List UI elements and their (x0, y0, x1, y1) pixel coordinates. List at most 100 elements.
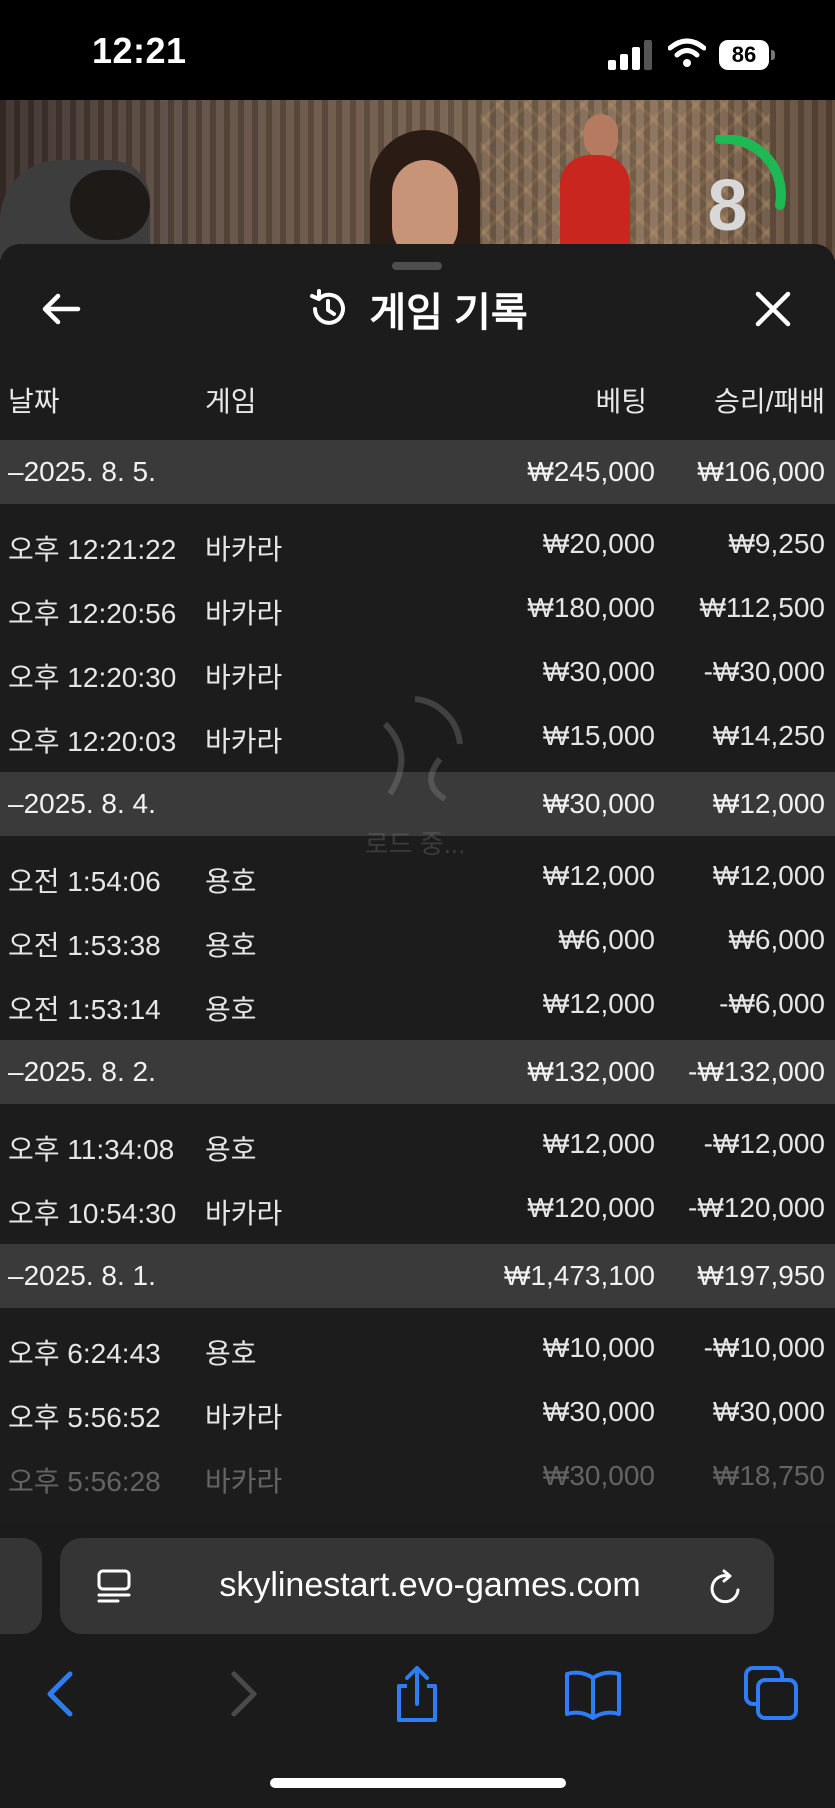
forward-nav-icon[interactable] (212, 1664, 272, 1724)
share-icon[interactable] (387, 1664, 447, 1724)
row-game: 바카라 (205, 534, 283, 565)
row-time: 오후 12:21:22 (8, 534, 177, 565)
history-icon (310, 289, 346, 325)
row-time: 오후 6:24:43 (8, 1338, 161, 1369)
loading-spinner-icon (382, 696, 463, 802)
row-game: 용호 (205, 930, 257, 961)
row-game: 용호 (205, 866, 257, 897)
column-date: 날짜 (8, 386, 60, 417)
row-result: ₩18,750 (712, 1460, 825, 1491)
row-time: 오후 5:56:28 (8, 1466, 161, 1497)
status-bar: 12:21 86 (0, 0, 835, 100)
column-bet: 베팅 (595, 386, 647, 417)
row-time: 오후 11:34:08 (8, 1134, 175, 1165)
table-row[interactable]: 오후 12:20:56 바카라 ₩180,000 ₩112,500 (0, 574, 835, 638)
group-result-total: ₩12,000 (712, 788, 825, 819)
group-rows: 오후 11:34:08 용호 ₩12,000 -₩12,000 오후 10:54:30 바… (0, 1104, 835, 1244)
address-bar[interactable]: skylinestart.evo-games.com (60, 1538, 774, 1634)
table-row[interactable]: 오후 10:54:30 바카라 ₩120,000 -₩120,000 (0, 1174, 835, 1238)
group-date: –2025. 8. 5. (8, 456, 156, 487)
table-row[interactable]: 오후 5:56:52 바카라 ₩30,000 ₩30,000 (0, 1378, 835, 1442)
game-history-sheet: 게임 기록 날짜 게임 베팅 승리/패배 –2025. 8. 5. ₩245,00… (0, 244, 835, 1522)
loading-text: 로드 중... (364, 829, 466, 859)
table-row[interactable]: 오후 11:34:08 용호 ₩12,000 -₩12,000 (0, 1110, 835, 1174)
row-bet: ₩6,000 (558, 924, 656, 955)
row-bet: ₩180,000 (527, 592, 655, 623)
row-time: 오후 12:20:30 (8, 662, 177, 693)
battery-icon: 86 (719, 40, 775, 70)
row-bet: ₩30,000 (542, 1460, 655, 1491)
date-group-row[interactable]: –2025. 8. 1. ₩1,473,100 ₩197,950 (0, 1244, 835, 1308)
cellular-signal-icon (608, 40, 652, 70)
browser-toolbar: skylinestart.evo-games.com (0, 1522, 835, 1808)
row-game: 용호 (205, 1338, 257, 1369)
row-bet: ₩10,000 (542, 1332, 655, 1363)
group-date: –2025. 8. 2. (8, 1056, 156, 1087)
history-table: –2025. 8. 5. ₩245,000 ₩106,000 오후 12:21:22 바… (0, 440, 835, 1512)
date-group-row[interactable]: –2025. 8. 2. ₩132,000 -₩132,000 (0, 1040, 835, 1104)
group-date: –2025. 8. 4. (8, 788, 156, 819)
row-time: 오후 12:20:56 (8, 598, 177, 629)
row-game: 바카라 (205, 1402, 283, 1433)
table-row[interactable]: 오후 12:21:22 바카라 ₩20,000 ₩9,250 (0, 510, 835, 574)
status-time: 12:21 (92, 30, 187, 71)
sheet-grabber[interactable] (392, 262, 442, 270)
row-bet: ₩12,000 (542, 988, 655, 1019)
dealer-figure-secondary (560, 155, 630, 255)
table-header: 날짜 게임 베팅 승리/패배 (0, 380, 835, 430)
row-bet: ₩120,000 (527, 1192, 655, 1223)
row-result: -₩12,000 (703, 1128, 825, 1159)
close-icon[interactable] (748, 284, 798, 334)
row-result: -₩6,000 (719, 988, 825, 1019)
column-game: 게임 (205, 386, 257, 417)
url-text[interactable]: skylinestart.evo-games.com (150, 1566, 710, 1605)
table-row[interactable]: 오전 1:53:38 용호 ₩6,000 ₩6,000 (0, 906, 835, 970)
home-indicator[interactable] (270, 1778, 566, 1788)
row-bet: ₩30,000 (542, 656, 655, 687)
row-time: 오후 10:54:30 (8, 1198, 177, 1229)
row-result: ₩12,000 (712, 860, 825, 891)
row-time: 오전 1:53:38 (8, 930, 161, 961)
row-time: 오후 5:56:52 (8, 1402, 161, 1433)
tabs-icon[interactable] (742, 1664, 802, 1724)
row-time: 오후 12:20:03 (8, 726, 177, 757)
row-result: -₩120,000 (688, 1192, 825, 1223)
row-game: 바카라 (205, 726, 283, 757)
table-row[interactable]: 오후 6:24:43 용호 ₩10,000 -₩10,000 (0, 1314, 835, 1378)
date-group-row[interactable]: –2025. 8. 5. ₩245,000 ₩106,000 (0, 440, 835, 504)
group-bet-total: ₩245,000 (527, 456, 655, 487)
sheet-title: 게임 기록 (369, 291, 528, 335)
row-bet: ₩12,000 (542, 1128, 655, 1159)
row-game: 용호 (205, 1134, 257, 1165)
group-result-total: ₩106,000 (697, 456, 825, 487)
row-result: -₩30,000 (703, 656, 825, 687)
loading-indicator: 로드 중... (350, 684, 480, 884)
sheet-header: 게임 기록 (0, 274, 835, 344)
table-row[interactable]: 오후 5:56:28 바카라 ₩30,000 ₩18,750 (0, 1442, 835, 1506)
row-game: 바카라 (205, 1466, 283, 1497)
row-game: 바카라 (205, 1198, 283, 1229)
reload-icon[interactable] (708, 1568, 744, 1606)
row-time: 오전 1:54:06 (8, 866, 161, 897)
group-bet-total: ₩1,473,100 (504, 1260, 655, 1291)
row-result: ₩112,500 (699, 592, 825, 623)
previous-tab-peek[interactable] (0, 1538, 42, 1634)
row-result: ₩14,250 (712, 720, 825, 751)
back-nav-icon[interactable] (32, 1664, 92, 1724)
row-time: 오전 1:53:14 (8, 994, 161, 1025)
column-result: 승리/패배 (714, 386, 825, 417)
row-game: 바카라 (205, 598, 283, 629)
group-bet-total: ₩30,000 (542, 788, 655, 819)
wifi-icon (668, 38, 706, 67)
table-row[interactable]: 오전 1:53:14 용호 ₩12,000 -₩6,000 (0, 970, 835, 1034)
bookmarks-icon[interactable] (563, 1664, 623, 1724)
page-menu-icon[interactable] (96, 1568, 132, 1604)
group-date: –2025. 8. 1. (8, 1260, 156, 1291)
row-bet: ₩15,000 (542, 720, 655, 751)
row-result: ₩6,000 (728, 924, 826, 955)
row-game: 바카라 (205, 662, 283, 693)
group-rows: 오후 6:24:43 용호 ₩10,000 -₩10,000 오후 5:56:52 바카라… (0, 1308, 835, 1512)
countdown-timer: 8 (707, 166, 748, 246)
back-arrow-icon[interactable] (38, 284, 88, 334)
row-bet: ₩12,000 (542, 860, 655, 891)
